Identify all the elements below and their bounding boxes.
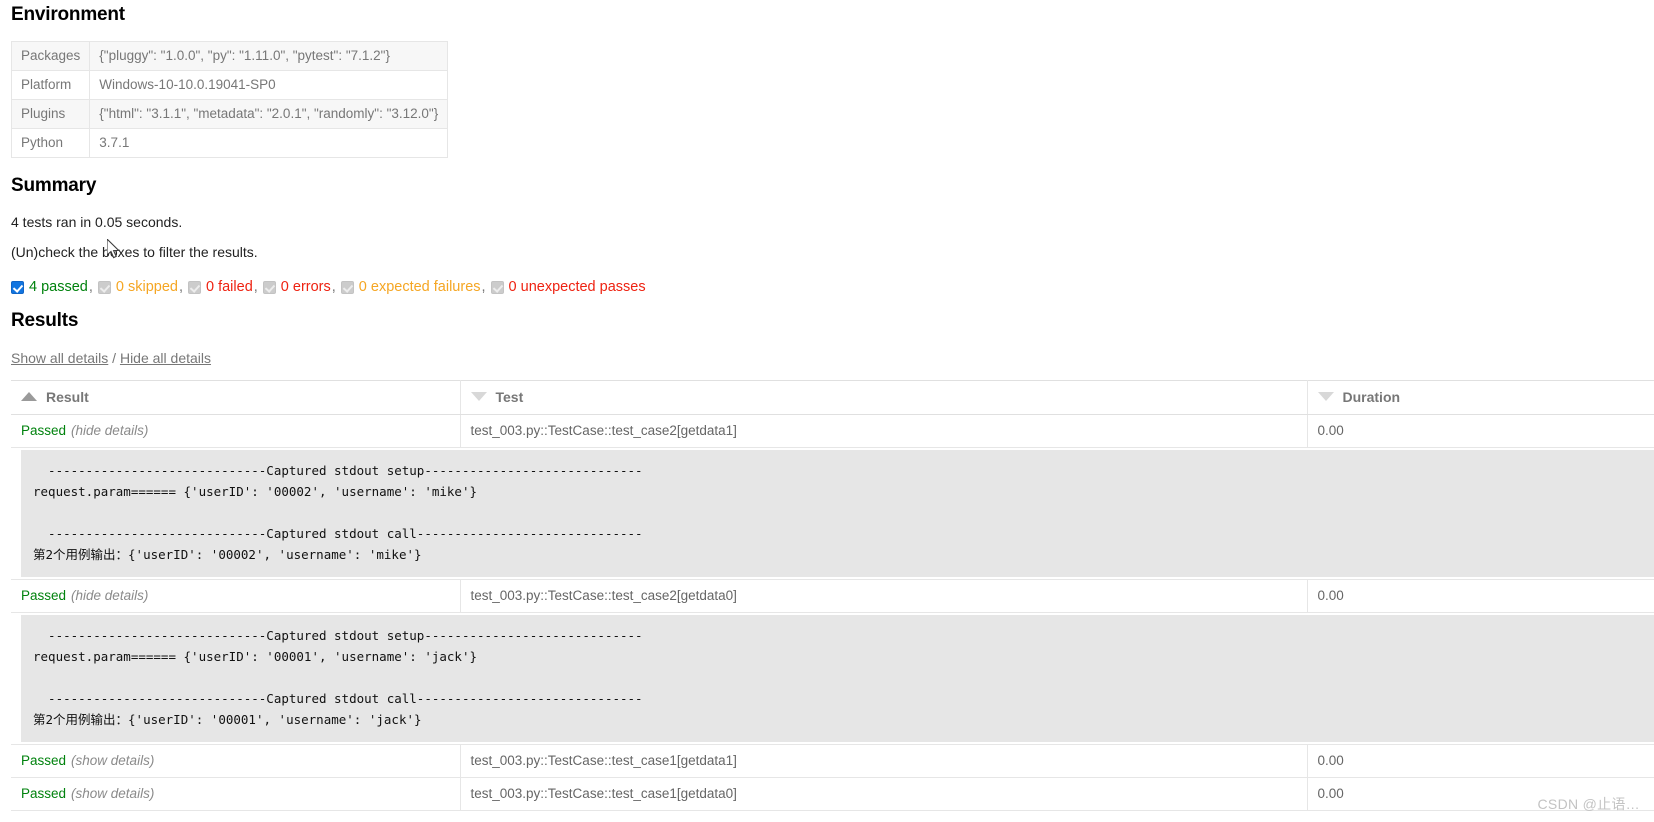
environment-table: Packages {"pluggy": "1.0.0", "py": "1.11.… xyxy=(10,41,449,158)
captured-stdout-log: -----------------------------Captured st… xyxy=(21,615,1654,742)
test-id-cell: test_003.py::TestCase::test_case2[getdat… xyxy=(460,414,1308,448)
filter-checkbox[interactable] xyxy=(188,280,201,294)
filter-separator: , xyxy=(331,279,336,295)
environment-value: 3.7.1 xyxy=(89,128,449,158)
filter-failed[interactable]: 0 failed, xyxy=(188,279,258,295)
filter-separator: , xyxy=(88,279,93,295)
environment-row: Python 3.7.1 xyxy=(10,128,449,158)
toggle-details-link[interactable]: (show details) xyxy=(71,753,154,768)
filter-checkbox[interactable] xyxy=(340,280,354,294)
status-badge: Passed xyxy=(21,588,67,603)
table-row: Passed (hide details) test_003.py::TestCas… xyxy=(11,579,1654,613)
column-header-duration[interactable]: Duration xyxy=(1307,380,1654,415)
toggle-details-link[interactable]: (hide details) xyxy=(71,588,148,603)
hide-all-details-link[interactable]: Hide all details xyxy=(120,350,211,366)
table-row: Passed (show details) test_003.py::TestCas… xyxy=(11,744,1654,778)
environment-row: Platform Windows-10-10.0.19041-SP0 xyxy=(10,70,449,100)
sort-descending-icon xyxy=(470,392,487,401)
results-table-header-row: Result Test Duration xyxy=(11,380,1654,415)
test-id-cell: test_003.py::TestCase::test_case1[getdat… xyxy=(460,777,1308,811)
status-badge: Passed xyxy=(21,753,67,768)
environment-value: {"pluggy": "1.0.0", "py": "1.11.0", "pyt… xyxy=(89,41,449,71)
filter-checkbox[interactable] xyxy=(262,280,276,294)
environment-key: Packages xyxy=(10,41,91,71)
environment-key: Plugins xyxy=(10,99,91,129)
filter-hint-text: (Un)check the boxes to filter the result… xyxy=(11,244,258,260)
test-id-cell: test_003.py::TestCase::test_case1[getdat… xyxy=(460,744,1308,778)
environment-value: Windows-10-10.0.19041-SP0 xyxy=(89,70,449,100)
filter-unexpected-passes[interactable]: 0 unexpected passes xyxy=(490,279,646,295)
filter-label: 4 passed xyxy=(29,279,88,295)
result-cell: Passed (hide details) xyxy=(11,414,461,448)
filter-errors[interactable]: 0 errors, xyxy=(262,279,336,295)
report-page: Environment Packages {"pluggy": "1.0.0", … xyxy=(0,0,1654,822)
log-output-cell: -----------------------------Captured st… xyxy=(11,612,1654,745)
detail-links-separator: / xyxy=(108,350,120,366)
column-header-duration-label: Duration xyxy=(1342,389,1401,405)
filter-label: 0 unexpected passes xyxy=(508,279,646,295)
filter-checkbox[interactable] xyxy=(11,280,24,294)
column-header-result-label: Result xyxy=(46,389,89,405)
test-id-cell: test_003.py::TestCase::test_case2[getdat… xyxy=(460,579,1308,613)
captured-stdout-log: -----------------------------Captured st… xyxy=(21,450,1654,577)
status-badge: Passed xyxy=(21,786,67,801)
filter-checkbox[interactable] xyxy=(490,280,504,294)
filter-skipped[interactable]: 0 skipped, xyxy=(97,279,183,295)
environment-row: Plugins {"html": "3.1.1", "metadata": "2.… xyxy=(10,99,449,129)
environment-key: Platform xyxy=(10,70,91,100)
duration-cell: 0.00 xyxy=(1307,579,1654,613)
log-output-row: -----------------------------Captured st… xyxy=(11,447,1654,580)
environment-heading: Environment xyxy=(11,4,125,25)
show-all-details-link[interactable]: Show all details xyxy=(11,350,108,366)
table-row: Passed (show details) test_003.py::TestCas… xyxy=(11,777,1654,811)
filter-passed[interactable]: 4 passed, xyxy=(11,279,93,295)
table-row: Passed (hide details) test_003.py::TestCas… xyxy=(11,414,1654,448)
result-cell: Passed (show details) xyxy=(11,744,461,778)
environment-row: Packages {"pluggy": "1.0.0", "py": "1.11.… xyxy=(10,41,449,71)
status-badge: Passed xyxy=(21,423,67,438)
summary-heading: Summary xyxy=(11,175,97,196)
column-header-test-label: Test xyxy=(495,389,524,405)
filter-expected-failures[interactable]: 0 expected failures, xyxy=(340,279,486,295)
results-heading: Results xyxy=(11,310,79,331)
sort-descending-icon xyxy=(1317,392,1334,401)
result-cell: Passed (show details) xyxy=(11,777,461,811)
column-header-result[interactable]: Result xyxy=(11,380,461,415)
column-header-test[interactable]: Test xyxy=(460,380,1308,415)
duration-cell: 0.00 xyxy=(1307,414,1654,448)
filter-label: 0 failed xyxy=(206,279,253,295)
filter-separator: , xyxy=(178,279,183,295)
result-cell: Passed (hide details) xyxy=(11,579,461,613)
tests-ran-text: 4 tests ran in 0.05 seconds. xyxy=(11,214,183,230)
result-filter-checkbox-group[interactable]: 4 passed, 0 skipped, 0 failed, 0 errors, 0 e… xyxy=(11,279,646,295)
filter-label: 0 expected failures xyxy=(358,279,481,295)
filter-separator: , xyxy=(253,279,258,295)
duration-cell: 0.00 xyxy=(1307,744,1654,778)
toggle-details-link[interactable]: (show details) xyxy=(71,786,154,801)
detail-toggle-links[interactable]: Show all details / Hide all details xyxy=(11,350,211,366)
environment-value: {"html": "3.1.1", "metadata": "2.0.1", "… xyxy=(89,99,449,129)
results-table: Result Test Duration Passed (hide details… xyxy=(11,380,1654,811)
log-output-cell: -----------------------------Captured st… xyxy=(11,447,1654,580)
environment-key: Python xyxy=(10,128,91,158)
watermark-text: CSDN @止语… xyxy=(1537,796,1640,812)
filter-label: 0 errors xyxy=(280,279,331,295)
toggle-details-link[interactable]: (hide details) xyxy=(71,423,148,438)
sort-ascending-icon xyxy=(21,392,37,401)
filter-label: 0 skipped xyxy=(115,279,178,295)
log-output-row: -----------------------------Captured st… xyxy=(11,612,1654,745)
filter-checkbox[interactable] xyxy=(97,280,111,294)
filter-separator: , xyxy=(481,279,486,295)
